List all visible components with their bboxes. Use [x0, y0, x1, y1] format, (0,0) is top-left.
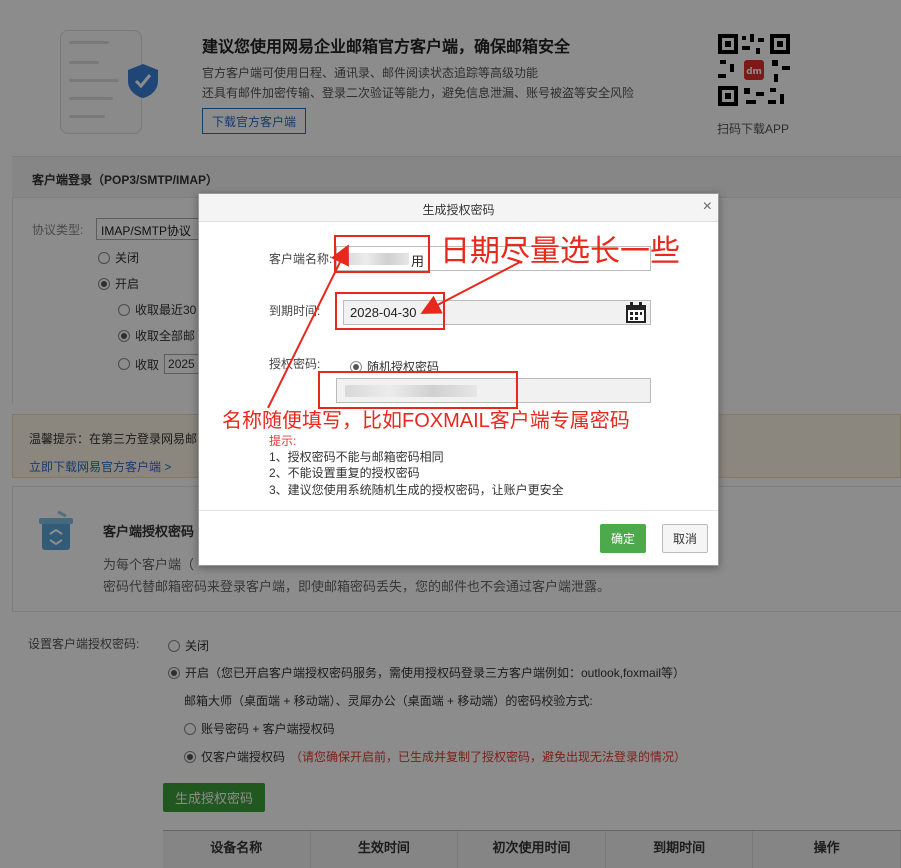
- annotation-date-note: 日期尽量选长一些: [440, 235, 680, 268]
- page: 建议您使用网易企业邮箱官方客户端，确保邮箱安全 官方客户端可使用日程、通讯录、邮…: [0, 0, 901, 868]
- annotation-name-note: 名称随便填写，比如FOXMAIL客户端专属密码: [222, 410, 630, 432]
- annotation-arrows: [267, 244, 521, 409]
